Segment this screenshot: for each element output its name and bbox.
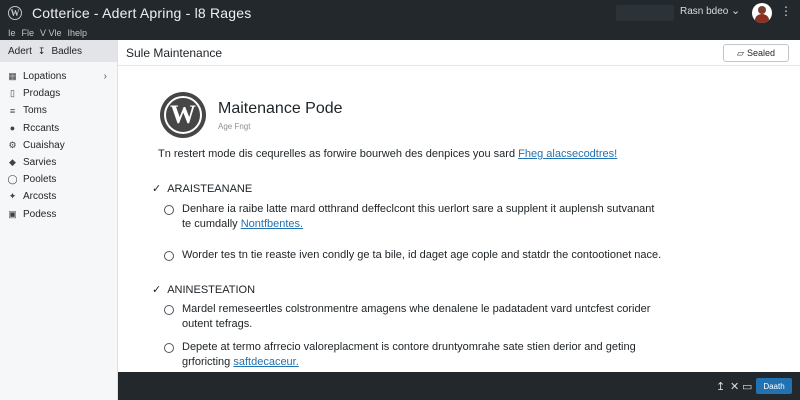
sidebar-item-prodags[interactable]: ▯ Prodags (0, 85, 117, 102)
page-header: Sule Maintenance ▱ Sealed (118, 40, 800, 66)
wordpress-logo-icon: W (160, 92, 206, 138)
chevron-down-icon[interactable]: ⌄ (731, 4, 740, 17)
title-bar: W Cotterice - Adert Apring - l8 Rages Ra… (0, 0, 800, 26)
sidebar-menu: ▦ Lopations › ▯ Prodags ≡ Toms ● Rccants… (0, 62, 117, 223)
header-action-button[interactable]: ▱ Sealed (723, 44, 789, 62)
menu-item-help[interactable]: Ihelp (68, 28, 88, 38)
sidebar-item-label: Cuaishay (23, 139, 65, 151)
avatar[interactable] (752, 3, 772, 23)
circle-icon: ◯ (7, 174, 18, 185)
sidebar-item-podess[interactable]: ▣ Podess (0, 206, 117, 223)
checkmark-icon: ✓ (152, 183, 162, 195)
arrow-down-icon: ↧ (37, 45, 46, 56)
option-item[interactable]: Mardel remeseertles colstronmentre amage… (164, 302, 664, 332)
sidebar-item-label: Lopations (23, 71, 67, 83)
sidebar-item-rccants[interactable]: ● Rccants (0, 120, 117, 137)
bottom-bar: ↥ ✕ ▭ Daath (118, 372, 800, 400)
radio-button[interactable] (164, 251, 174, 261)
option-text: Depete at termo afrrecio valoreplacment … (182, 341, 636, 368)
star-icon: ✦ (8, 191, 17, 202)
sidebar-item-cuaishay[interactable]: ⚙ Cuaishay (0, 137, 117, 154)
radio-button[interactable] (164, 305, 174, 315)
plugin-name: Maitenance Pode (218, 100, 343, 117)
section-heading: ✓ ARAISTEANANE (152, 182, 253, 196)
app-title: Cotterice - Adert Apring - l8 Rages (32, 5, 252, 21)
sidebar-item-label: Toms (23, 105, 47, 117)
chevron-right-icon: › (103, 71, 107, 83)
header-button-label: Sealed (746, 48, 775, 58)
description-text: Tn restert mode dis cequrelles as forwir… (158, 148, 516, 160)
close-icon[interactable]: ✕ (730, 380, 739, 393)
option-item[interactable]: Worder tes tn tie reaste iven condly ge … (164, 248, 664, 263)
more-menu-icon[interactable]: ⋮ (780, 4, 792, 18)
section-heading: ✓ ANINESTEATION (152, 283, 256, 297)
sidebar-item-sarvies[interactable]: ◆ Sarvies (0, 154, 117, 171)
checkmark-icon: ✓ (152, 284, 162, 296)
grid-icon: ▦ (8, 71, 17, 82)
plugin-subtitle: Age Fngt (218, 122, 251, 131)
arrow-up-icon[interactable]: ↥ (716, 380, 725, 393)
option-link[interactable]: saftdecaceur. (233, 356, 298, 368)
option-text: Worder tes tn tie reaste iven condly ge … (182, 249, 662, 261)
sidebar-item-label: Rccants (23, 122, 60, 134)
sidebar-header-label: Adert (8, 45, 32, 57)
option-link[interactable]: Nontfbentes. (241, 218, 303, 230)
search-field[interactable] (616, 5, 674, 21)
section-title: ARAISTEANANE (167, 182, 253, 195)
wordpress-logo-icon[interactable]: W (8, 6, 22, 20)
page-title: Sule Maintenance (126, 46, 223, 60)
menu-item-file[interactable]: Fle (22, 28, 35, 38)
option-item[interactable]: Depete at termo afrrecio valoreplacment … (164, 340, 664, 370)
option-item[interactable]: Denhare ia raibe latte mard otthrand def… (164, 202, 664, 232)
screen-icon[interactable]: ▭ (742, 380, 752, 393)
sidebar-item-label: Prodags (23, 88, 61, 100)
page-icon: ▯ (10, 88, 15, 99)
sidebar-item-toms[interactable]: ≡ Toms (0, 102, 117, 119)
sidebar-item-label: Arcosts (23, 191, 57, 203)
user-icon: ● (9, 123, 16, 134)
sidebar-header[interactable]: Adert ↧ Badles (0, 40, 117, 62)
tag-icon: ◆ (9, 157, 16, 168)
sidebar-item-poolets[interactable]: ◯ Poolets (0, 171, 117, 188)
description-link[interactable]: Fheg alacsecodtres! (518, 148, 617, 160)
sidebar-item-label: Podess (23, 208, 57, 220)
box-icon: ▣ (8, 208, 17, 219)
radio-button[interactable] (164, 205, 174, 215)
main-content: Sule Maintenance ▱ Sealed W Maitenance P… (118, 40, 800, 372)
list-icon: ≡ (9, 105, 16, 116)
lock-icon: ▱ (737, 47, 744, 58)
sidebar-item-label: Sarvies (23, 157, 57, 169)
radio-button[interactable] (164, 343, 174, 353)
menu-bar: Ie Fle V Vle Ihelp (0, 26, 800, 40)
description: Tn restert mode dis cequrelles as forwir… (158, 148, 617, 160)
sidebar: Adert ↧ Badles ▦ Lopations › ▯ Prodags ≡… (0, 40, 118, 400)
menu-item-view[interactable]: V Vle (40, 28, 62, 38)
sidebar-item-arcosts[interactable]: ✦ Arcosts (0, 188, 117, 205)
option-text: Mardel remeseertles colstronmentre amage… (182, 303, 651, 330)
option-text: Denhare ia raibe latte mard otthrand def… (182, 203, 655, 230)
user-name[interactable]: Rasn bdeo (680, 6, 728, 17)
section-title: ANINESTEATION (167, 283, 256, 296)
sidebar-header-label-2: Badles (51, 45, 83, 57)
sidebar-item-label: Poolets (23, 174, 57, 186)
sidebar-item-lopations[interactable]: ▦ Lopations › (0, 68, 117, 85)
primary-button[interactable]: Daath (756, 378, 792, 394)
gear-icon: ⚙ (8, 139, 17, 150)
menu-item[interactable]: Ie (8, 28, 16, 38)
primary-button-label: Daath (763, 381, 785, 391)
